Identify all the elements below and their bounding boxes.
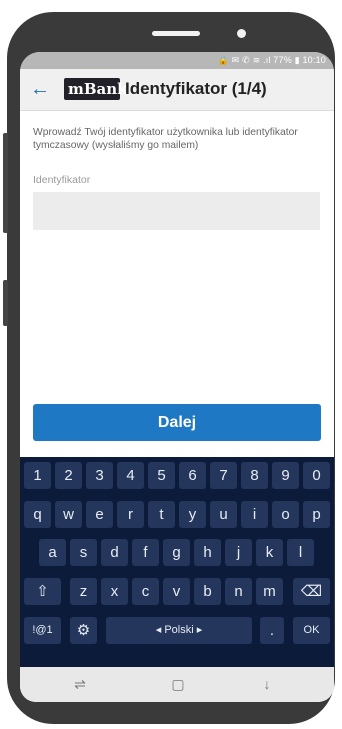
logo-text: mBank bbox=[68, 80, 128, 98]
home-icon[interactable]: ▢ bbox=[168, 675, 188, 693]
nav-back-icon[interactable]: ↓ bbox=[257, 675, 277, 693]
key-y[interactable]: y bbox=[179, 501, 206, 528]
period-key[interactable]: . bbox=[260, 617, 284, 644]
settings-gear-icon[interactable]: ⚙ bbox=[70, 617, 97, 644]
back-arrow-icon[interactable]: ← bbox=[29, 77, 51, 101]
key-h[interactable]: h bbox=[194, 539, 221, 566]
identifier-input[interactable] bbox=[33, 192, 320, 230]
key-q[interactable]: q bbox=[24, 501, 51, 528]
key-p[interactable]: p bbox=[303, 501, 330, 528]
key-d[interactable]: d bbox=[101, 539, 128, 566]
key-7[interactable]: 7 bbox=[210, 462, 237, 489]
shift-key-icon[interactable]: ⇧ bbox=[24, 578, 61, 605]
key-1[interactable]: 1 bbox=[24, 462, 51, 489]
instruction-text: Wprowadź Twój identyfikator użytkownika … bbox=[33, 127, 298, 151]
key-g[interactable]: g bbox=[163, 539, 190, 566]
earpiece-speaker bbox=[152, 31, 200, 36]
space-key[interactable]: ◂ Polski ▸ bbox=[106, 617, 252, 644]
key-3[interactable]: 3 bbox=[86, 462, 113, 489]
key-i[interactable]: i bbox=[241, 501, 268, 528]
recent-apps-icon[interactable]: ⇌ bbox=[70, 675, 90, 693]
mbank-logo: mBank bbox=[64, 78, 128, 100]
key-o[interactable]: o bbox=[272, 501, 299, 528]
key-6[interactable]: 6 bbox=[179, 462, 206, 489]
key-0[interactable]: 0 bbox=[303, 462, 330, 489]
key-x[interactable]: x bbox=[101, 578, 128, 605]
front-camera bbox=[237, 29, 246, 38]
backspace-key-icon[interactable]: ⌫ bbox=[293, 578, 330, 605]
key-9[interactable]: 9 bbox=[272, 462, 299, 489]
key-r[interactable]: r bbox=[117, 501, 144, 528]
key-4[interactable]: 4 bbox=[117, 462, 144, 489]
key-c[interactable]: c bbox=[132, 578, 159, 605]
key-j[interactable]: j bbox=[225, 539, 252, 566]
key-l[interactable]: l bbox=[287, 539, 314, 566]
next-button[interactable]: Dalej bbox=[33, 404, 321, 441]
status-bar: 🔒 ✉ ✆ ≋ .ıl 77% ▮ 10:10 bbox=[20, 52, 334, 69]
app-bar: ← mBank Identyfikator (1/4) bbox=[20, 69, 334, 111]
page-title: Identyfikator (1/4) bbox=[125, 79, 267, 98]
key-b[interactable]: b bbox=[194, 578, 221, 605]
key-z[interactable]: z bbox=[70, 578, 97, 605]
symbols-key[interactable]: !@1 bbox=[24, 617, 61, 644]
system-nav-bar: ⇌ ▢ ↓ bbox=[20, 667, 334, 702]
key-t[interactable]: t bbox=[148, 501, 175, 528]
key-a[interactable]: a bbox=[39, 539, 66, 566]
ok-key[interactable]: OK bbox=[293, 617, 330, 644]
key-m[interactable]: m bbox=[256, 578, 283, 605]
key-5[interactable]: 5 bbox=[148, 462, 175, 489]
key-f[interactable]: f bbox=[132, 539, 159, 566]
key-k[interactable]: k bbox=[256, 539, 283, 566]
on-screen-keyboard: 1 2 3 4 5 6 7 8 9 0 q w e r t y u i o p … bbox=[20, 457, 334, 667]
key-2[interactable]: 2 bbox=[55, 462, 82, 489]
key-8[interactable]: 8 bbox=[241, 462, 268, 489]
identifier-label: Identyfikator bbox=[33, 174, 91, 186]
key-s[interactable]: s bbox=[70, 539, 97, 566]
volume-button bbox=[3, 133, 8, 233]
key-e[interactable]: e bbox=[86, 501, 113, 528]
phone-screen: 🔒 ✉ ✆ ≋ .ıl 77% ▮ 10:10 ← mBank Identyfi… bbox=[20, 52, 334, 702]
key-n[interactable]: n bbox=[225, 578, 252, 605]
key-v[interactable]: v bbox=[163, 578, 190, 605]
key-u[interactable]: u bbox=[210, 501, 237, 528]
bixby-button bbox=[3, 280, 8, 326]
key-w[interactable]: w bbox=[55, 501, 82, 528]
